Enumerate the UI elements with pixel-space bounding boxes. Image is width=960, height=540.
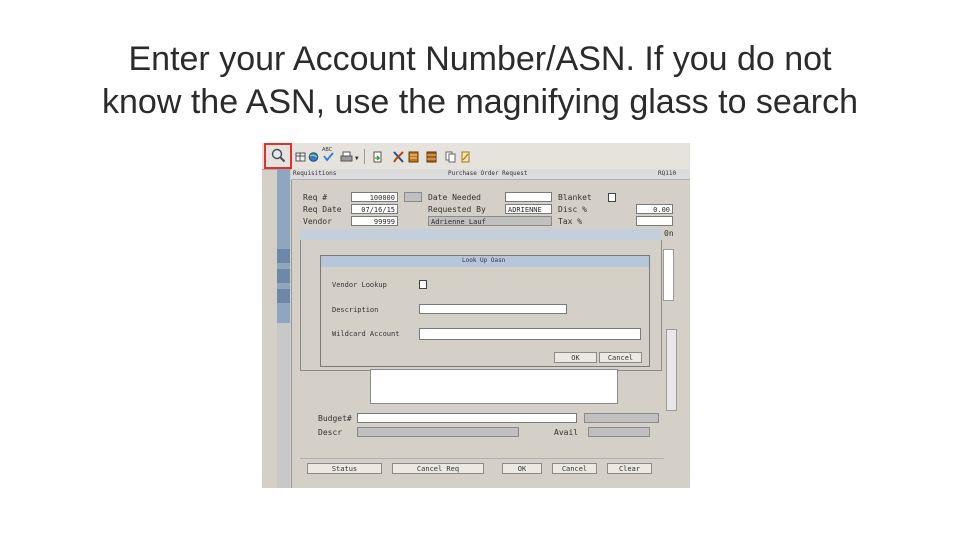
disc-field[interactable]: 0.00	[636, 204, 673, 214]
vendor-label: Vendor	[303, 217, 332, 226]
tax-label: Tax %	[558, 217, 583, 226]
vendor-field[interactable]: 99999	[351, 216, 398, 226]
form-code: RQ110	[658, 170, 677, 177]
req-no-lookup[interactable]	[404, 192, 422, 202]
vendor-lookup-checkbox[interactable]	[419, 280, 427, 289]
clear-button[interactable]: Clear	[607, 463, 652, 474]
requested-by-name-field: Adrienne Lauf	[428, 216, 552, 226]
side-value: 0n	[664, 229, 674, 238]
items-grid-right	[663, 249, 674, 301]
req-no-label: Req #	[303, 193, 328, 202]
budget-label: Budget#	[318, 414, 352, 423]
left-panel-row	[277, 249, 290, 263]
avail-field	[588, 427, 650, 437]
printer-icon[interactable]	[340, 151, 353, 163]
scrollbar-right[interactable]	[666, 329, 677, 411]
req-no-field[interactable]: 100000	[351, 192, 398, 202]
description-input[interactable]	[419, 304, 567, 314]
blanket-checkbox[interactable]	[608, 193, 616, 202]
svg-text:ABC: ABC	[322, 147, 333, 153]
cancel-req-button[interactable]: Cancel Req	[392, 463, 484, 474]
requested-by-label: Requested By	[428, 205, 486, 214]
document-arrow-icon[interactable]	[372, 151, 383, 163]
avail-label: Avail	[554, 428, 579, 437]
left-panel-lower	[277, 323, 290, 488]
budget-side-field	[584, 413, 659, 423]
table-icon[interactable]	[295, 151, 306, 163]
budget-field[interactable]	[357, 413, 577, 423]
lookup-window-titlebar	[300, 229, 662, 240]
copy-icon[interactable]	[445, 151, 456, 163]
cancel-button[interactable]: Cancel	[599, 352, 642, 363]
disc-label: Disc %	[558, 205, 587, 214]
left-panel-row	[277, 269, 290, 283]
spellcheck-icon[interactable]: ABC	[322, 146, 335, 163]
tax-field[interactable]	[636, 216, 673, 226]
left-panel-row	[277, 289, 290, 303]
highlight-box	[264, 143, 292, 169]
blanket-label: Blanket	[558, 193, 592, 202]
bottom-button-bar	[300, 458, 664, 459]
requested-by-name: Adrienne Lauf	[431, 218, 486, 226]
date-needed-field[interactable]	[505, 192, 552, 202]
wildcard-account-label: Wildcard Account	[332, 330, 400, 338]
left-tab-label: Requisitions	[293, 170, 337, 177]
date-needed-label: Date Needed	[428, 193, 481, 202]
ledger-icon[interactable]	[408, 151, 419, 163]
form-cancel-button[interactable]: Cancel	[552, 463, 597, 474]
ok-button[interactable]: OK	[554, 352, 597, 363]
tools-icon[interactable]	[393, 151, 404, 163]
globe-icon[interactable]	[308, 151, 319, 163]
description-label: Description	[332, 306, 379, 314]
status-button[interactable]: Status	[307, 463, 382, 474]
descr-label: Descr	[318, 428, 343, 437]
form-ok-button[interactable]: OK	[502, 463, 542, 474]
slide-title-line-1: Enter your Account Number/ASN. If you do…	[128, 40, 832, 78]
books-icon[interactable]	[426, 151, 437, 163]
lookup-dialog-title: Look Up Oasn	[462, 257, 506, 264]
app-screenshot: ABC ▼ Requisitions Purchase Order Reques…	[262, 143, 690, 488]
wildcard-account-input[interactable]	[419, 328, 641, 340]
note-icon[interactable]	[460, 151, 471, 163]
toolbar-divider	[364, 149, 365, 164]
chevron-down-icon[interactable]: ▼	[355, 155, 359, 162]
vendor-lookup-label: Vendor Lookup	[332, 281, 387, 289]
slide-title-line-2: know the ASN, use the magnifying glass t…	[102, 83, 858, 121]
descr-field	[357, 427, 519, 437]
req-date-field[interactable]: 07/16/15	[351, 204, 398, 214]
window-title: Purchase Order Request	[448, 170, 528, 177]
slide-title: Enter your Account Number/ASN. If you do…	[0, 38, 960, 124]
requested-by-field[interactable]: ADRIENNE	[505, 204, 552, 214]
req-date-label: Req Date	[303, 205, 342, 214]
notes-textarea[interactable]	[370, 369, 618, 404]
